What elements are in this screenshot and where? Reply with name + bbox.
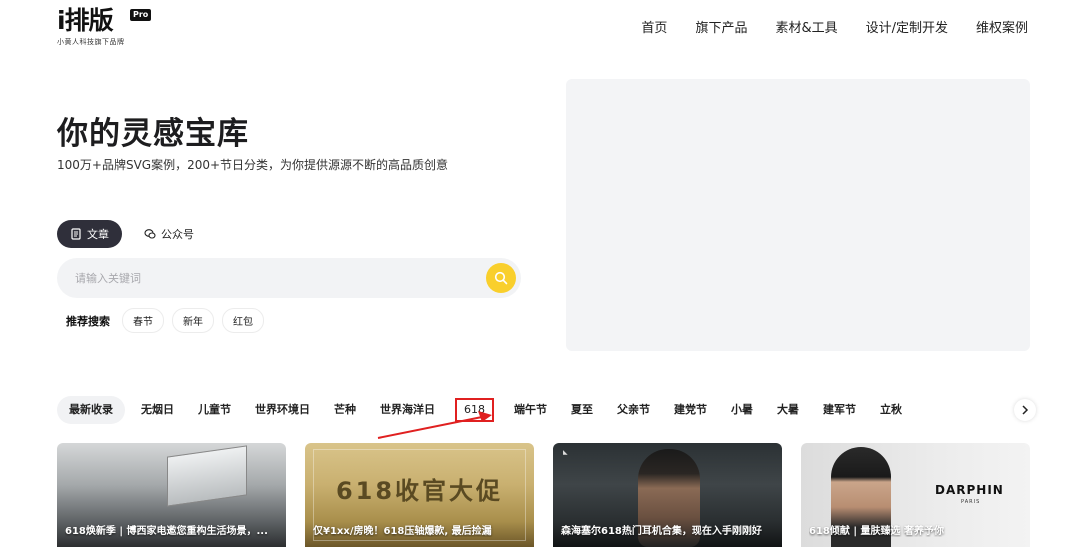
article-card-title: 618倾献 | 量肤臻选 奢养予你: [809, 526, 944, 537]
card-brand-subtext: PARIS: [961, 499, 981, 505]
nav-item-materials[interactable]: 素材&工具: [775, 17, 837, 36]
search-icon: [494, 271, 508, 285]
brand-logo-icon: ◣: [563, 449, 568, 456]
category-item[interactable]: 最新收录: [57, 396, 125, 424]
hero-subtitle: 100万+品牌SVG案例，200+节日分类，为你提供源源不断的高品质创意: [57, 158, 449, 172]
category-item[interactable]: 无烟日: [129, 396, 186, 424]
category-item[interactable]: 儿童节: [186, 396, 243, 424]
article-card[interactable]: 618焕新季 | 博西家电邀您重构生活场景，...: [57, 443, 286, 547]
article-card-title: 618焕新季 | 博西家电邀您重构生活场景，...: [65, 526, 268, 537]
recommended-search: 推荐搜索 春节 新年 红包: [66, 308, 264, 333]
category-item[interactable]: 夏至: [559, 396, 605, 424]
nav-item-design[interactable]: 设计/定制开发: [866, 17, 948, 36]
article-card-title: 仅¥1xx/房晚！618压轴爆款, 最后捡漏: [313, 526, 492, 537]
category-item-highlighted[interactable]: 618: [455, 398, 494, 422]
tab-account[interactable]: 公众号: [136, 220, 202, 248]
logo-text: i排版: [57, 6, 114, 35]
hero-banner-placeholder[interactable]: [566, 79, 1030, 351]
article-card[interactable]: 618收官大促 仅¥1xx/房晚！618压轴爆款, 最后捡漏: [305, 443, 534, 547]
search-box: [57, 258, 521, 298]
tab-article[interactable]: 文章: [57, 220, 122, 248]
article-card-title: 森海塞尔618热门耳机合集，现在入手刚刚好: [561, 526, 762, 537]
category-item[interactable]: 立秋: [868, 396, 914, 424]
card-image-scene: [167, 445, 247, 507]
nav-item-home[interactable]: 首页: [641, 17, 667, 36]
main-nav: 首页 旗下产品 素材&工具 设计/定制开发 维权案例: [641, 17, 1028, 36]
hot-tag[interactable]: 红包: [222, 308, 264, 333]
category-item[interactable]: 建党节: [662, 396, 719, 424]
site-header: i排版 Pro 小黄人科技旗下品牌 首页 旗下产品 素材&工具 设计/定制开发 …: [0, 0, 1080, 54]
hero-title: 你的灵感宝库: [57, 116, 249, 152]
hot-tag[interactable]: 新年: [172, 308, 214, 333]
category-item[interactable]: 父亲节: [605, 396, 662, 424]
wechat-icon: [144, 229, 156, 239]
search-type-tabs: 文章 公众号: [57, 220, 202, 248]
category-item[interactable]: 小暑: [719, 396, 765, 424]
category-item[interactable]: 端午节: [502, 396, 559, 424]
article-card[interactable]: DARPHIN PARIS 618倾献 | 量肤臻选 奢养予你: [801, 443, 1030, 547]
nav-item-rights[interactable]: 维权案例: [976, 17, 1028, 36]
card-image-text: 618收官大促: [335, 477, 504, 505]
chevron-right-icon: [1022, 405, 1029, 415]
logo-pro-badge: Pro: [130, 9, 152, 21]
category-item[interactable]: 世界环境日: [243, 396, 322, 424]
card-brand-text: DARPHIN: [935, 483, 1004, 497]
search-input[interactable]: [75, 258, 475, 298]
tab-account-label: 公众号: [161, 228, 194, 241]
category-bar: 最新收录 无烟日 儿童节 世界环境日 芒种 世界海洋日 618 端午节 夏至 父…: [57, 396, 1012, 424]
search-button[interactable]: [486, 263, 516, 293]
category-item[interactable]: 世界海洋日: [368, 396, 447, 424]
article-card[interactable]: ◣ 森海塞尔618热门耳机合集，现在入手刚刚好: [553, 443, 782, 547]
category-next-button[interactable]: [1014, 399, 1036, 421]
category-item[interactable]: 建军节: [811, 396, 868, 424]
document-icon: [71, 228, 81, 240]
site-logo[interactable]: i排版 Pro 小黄人科技旗下品牌: [57, 6, 152, 47]
category-item[interactable]: 大暑: [765, 396, 811, 424]
hot-tag[interactable]: 春节: [122, 308, 164, 333]
recommended-search-label: 推荐搜索: [66, 314, 110, 328]
category-item[interactable]: 芒种: [322, 396, 368, 424]
tab-article-label: 文章: [87, 228, 109, 241]
logo-tagline: 小黄人科技旗下品牌: [57, 38, 125, 46]
nav-item-products[interactable]: 旗下产品: [695, 17, 747, 36]
